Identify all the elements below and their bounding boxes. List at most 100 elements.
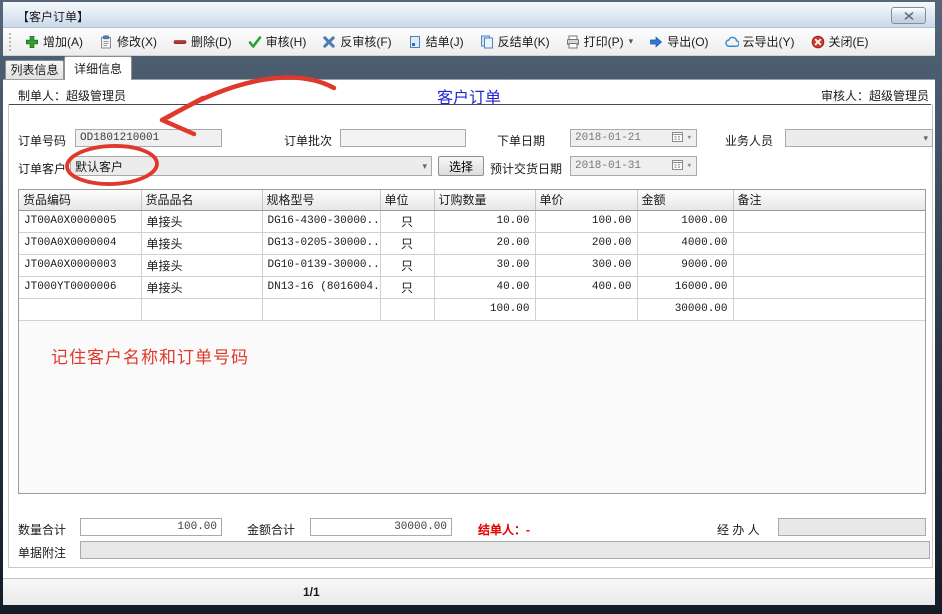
grid-column-header[interactable]: 订购数量	[434, 190, 535, 210]
grid-cell[interactable]: 40.00	[434, 276, 535, 298]
cross-icon	[322, 35, 336, 49]
grid-total-row[interactable]: 100.00 30000.00	[19, 298, 925, 320]
note-label: 单据附注	[18, 544, 66, 561]
grid-column-header[interactable]: 备注	[733, 190, 925, 210]
toolbar-button-settle[interactable]: 结单(J)	[400, 29, 472, 54]
order-no-label: 订单号码	[18, 132, 66, 149]
note-input[interactable]	[80, 541, 930, 559]
grid-table: 货品编码货品品名规格型号单位订购数量单价金额备注 JT00A0X0000005单…	[19, 190, 926, 321]
grid-cell[interactable]: JT00A0X0000004	[19, 232, 141, 254]
window-close-button[interactable]	[891, 7, 926, 24]
grid-cell[interactable]	[733, 276, 925, 298]
window-title: 【客户订单】	[17, 8, 89, 25]
grid-row[interactable]: JT00A0X0000005单接头DG16-4300-30000...只10.0…	[19, 210, 925, 232]
salesman-combo[interactable]: ▾	[785, 129, 933, 147]
grid-cell[interactable]: 100.00	[535, 210, 637, 232]
toolbar-button-modify[interactable]: 修改(X)	[91, 29, 165, 54]
qty-total-input[interactable]: 100.00	[80, 518, 222, 536]
grid-cell[interactable]: 4000.00	[637, 232, 733, 254]
toolbar-button-cloud-export[interactable]: 云导出(Y)	[717, 29, 803, 54]
delivery-date-picker[interactable]: 2018-01-31 ▾	[570, 156, 697, 176]
handler-input[interactable]	[778, 518, 926, 536]
grid-cell[interactable]: DG16-4300-30000...	[262, 210, 380, 232]
chevron-down-icon[interactable]: ▾	[687, 133, 692, 143]
grid-cell[interactable]	[733, 210, 925, 232]
close-icon	[904, 9, 914, 23]
toolbar-button-delete[interactable]: 删除(D)	[165, 29, 240, 54]
tab-detail-info[interactable]: 详细信息	[64, 56, 132, 80]
grid-cell[interactable]: DG13-0205-30000...	[262, 232, 380, 254]
customer-combo[interactable]: 默认客户 ▾	[70, 156, 432, 176]
grid-cell[interactable]	[733, 232, 925, 254]
grid-cell[interactable]: 单接头	[141, 254, 262, 276]
grid-cell[interactable]: JT00A0X0000003	[19, 254, 141, 276]
chevron-down-icon[interactable]: ▾	[923, 133, 928, 144]
amount-total-input[interactable]: 30000.00	[310, 518, 452, 536]
grid-cell[interactable]: 400.00	[535, 276, 637, 298]
batch-input[interactable]	[340, 129, 466, 147]
grid-cell[interactable]	[262, 298, 380, 320]
chevron-down-icon[interactable]: ▾	[687, 161, 692, 171]
grid-column-header[interactable]: 单位	[380, 190, 434, 210]
chevron-down-icon[interactable]: ▾	[629, 36, 634, 47]
grid-cell[interactable]: 30.00	[434, 254, 535, 276]
add-icon	[25, 35, 39, 49]
grid-cell[interactable]: 只	[380, 232, 434, 254]
toolbar-button-unsettle[interactable]: 反结单(K)	[472, 29, 558, 54]
toolbar-button-close[interactable]: 关闭(E)	[803, 29, 877, 54]
toolbar-button-print[interactable]: 打印(P) ▾	[558, 29, 642, 54]
grid-cell[interactable]: DG10-0139-30000...	[262, 254, 380, 276]
toolbar-button-unaudit[interactable]: 反审核(F)	[314, 29, 399, 54]
order-no-input[interactable]: OD1801210001	[75, 129, 222, 147]
grid-cell[interactable]: 1000.00	[637, 210, 733, 232]
grid-cell[interactable]	[380, 298, 434, 320]
amount-total-label: 金额合计	[247, 521, 295, 538]
grid-cell[interactable]: 单接头	[141, 210, 262, 232]
grid-cell[interactable]: 100.00	[434, 298, 535, 320]
grid-row[interactable]: JT00A0X0000004单接头DG13-0205-30000...只20.0…	[19, 232, 925, 254]
chevron-down-icon[interactable]: ▾	[422, 161, 427, 172]
toolbar-button-add[interactable]: 增加(A)	[17, 29, 91, 54]
grid-cell[interactable]: DN13-16 (8016004...	[262, 276, 380, 298]
page-indicator: 1/1	[303, 585, 320, 599]
tab-list-info[interactable]: 列表信息	[5, 60, 64, 79]
grid-cell[interactable]: 单接头	[141, 232, 262, 254]
grid-cell[interactable]: 只	[380, 254, 434, 276]
toolbar-button-export[interactable]: 导出(O)	[641, 29, 716, 54]
grid-cell[interactable]: 9000.00	[637, 254, 733, 276]
printer-icon	[566, 35, 580, 49]
grid-column-header[interactable]: 货品品名	[141, 190, 262, 210]
grid-cell[interactable]: 20.00	[434, 232, 535, 254]
check-icon	[248, 35, 262, 49]
customer-label: 订单客户	[18, 160, 66, 177]
grid-cell[interactable]	[19, 298, 141, 320]
toolbar-grip	[9, 33, 13, 51]
grid-cell[interactable]: 单接头	[141, 276, 262, 298]
grid-row[interactable]: JT000YT0000006单接头DN13-16 (8016004...只40.…	[19, 276, 925, 298]
grid-row[interactable]: JT00A0X0000003单接头DG10-0139-30000...只30.0…	[19, 254, 925, 276]
calendar-icon	[672, 159, 683, 174]
grid-cell[interactable]: 只	[380, 210, 434, 232]
grid-cell[interactable]: JT000YT0000006	[19, 276, 141, 298]
grid-cell[interactable]	[535, 298, 637, 320]
grid-cell[interactable]: 10.00	[434, 210, 535, 232]
grid-column-header[interactable]: 规格型号	[262, 190, 380, 210]
grid-cell[interactable]	[733, 254, 925, 276]
grid-column-header[interactable]: 单价	[535, 190, 637, 210]
order-date-picker[interactable]: 2018-01-21 ▾	[570, 129, 697, 147]
toolbar-button-audit[interactable]: 审核(H)	[240, 29, 315, 54]
grid-cell[interactable]: 200.00	[535, 232, 637, 254]
select-customer-button[interactable]: 选择	[438, 156, 484, 176]
documents-icon	[480, 35, 494, 49]
grid-cell[interactable]	[733, 298, 925, 320]
grid-column-header[interactable]: 金额	[637, 190, 733, 210]
grid-cell[interactable]: 16000.00	[637, 276, 733, 298]
grid-cell[interactable]: 只	[380, 276, 434, 298]
grid-cell[interactable]: 300.00	[535, 254, 637, 276]
grid-cell[interactable]: 30000.00	[637, 298, 733, 320]
grid-cell[interactable]	[141, 298, 262, 320]
calendar-icon	[672, 131, 683, 146]
close-circle-icon	[811, 35, 825, 49]
grid-cell[interactable]: JT00A0X0000005	[19, 210, 141, 232]
grid-column-header[interactable]: 货品编码	[19, 190, 141, 210]
